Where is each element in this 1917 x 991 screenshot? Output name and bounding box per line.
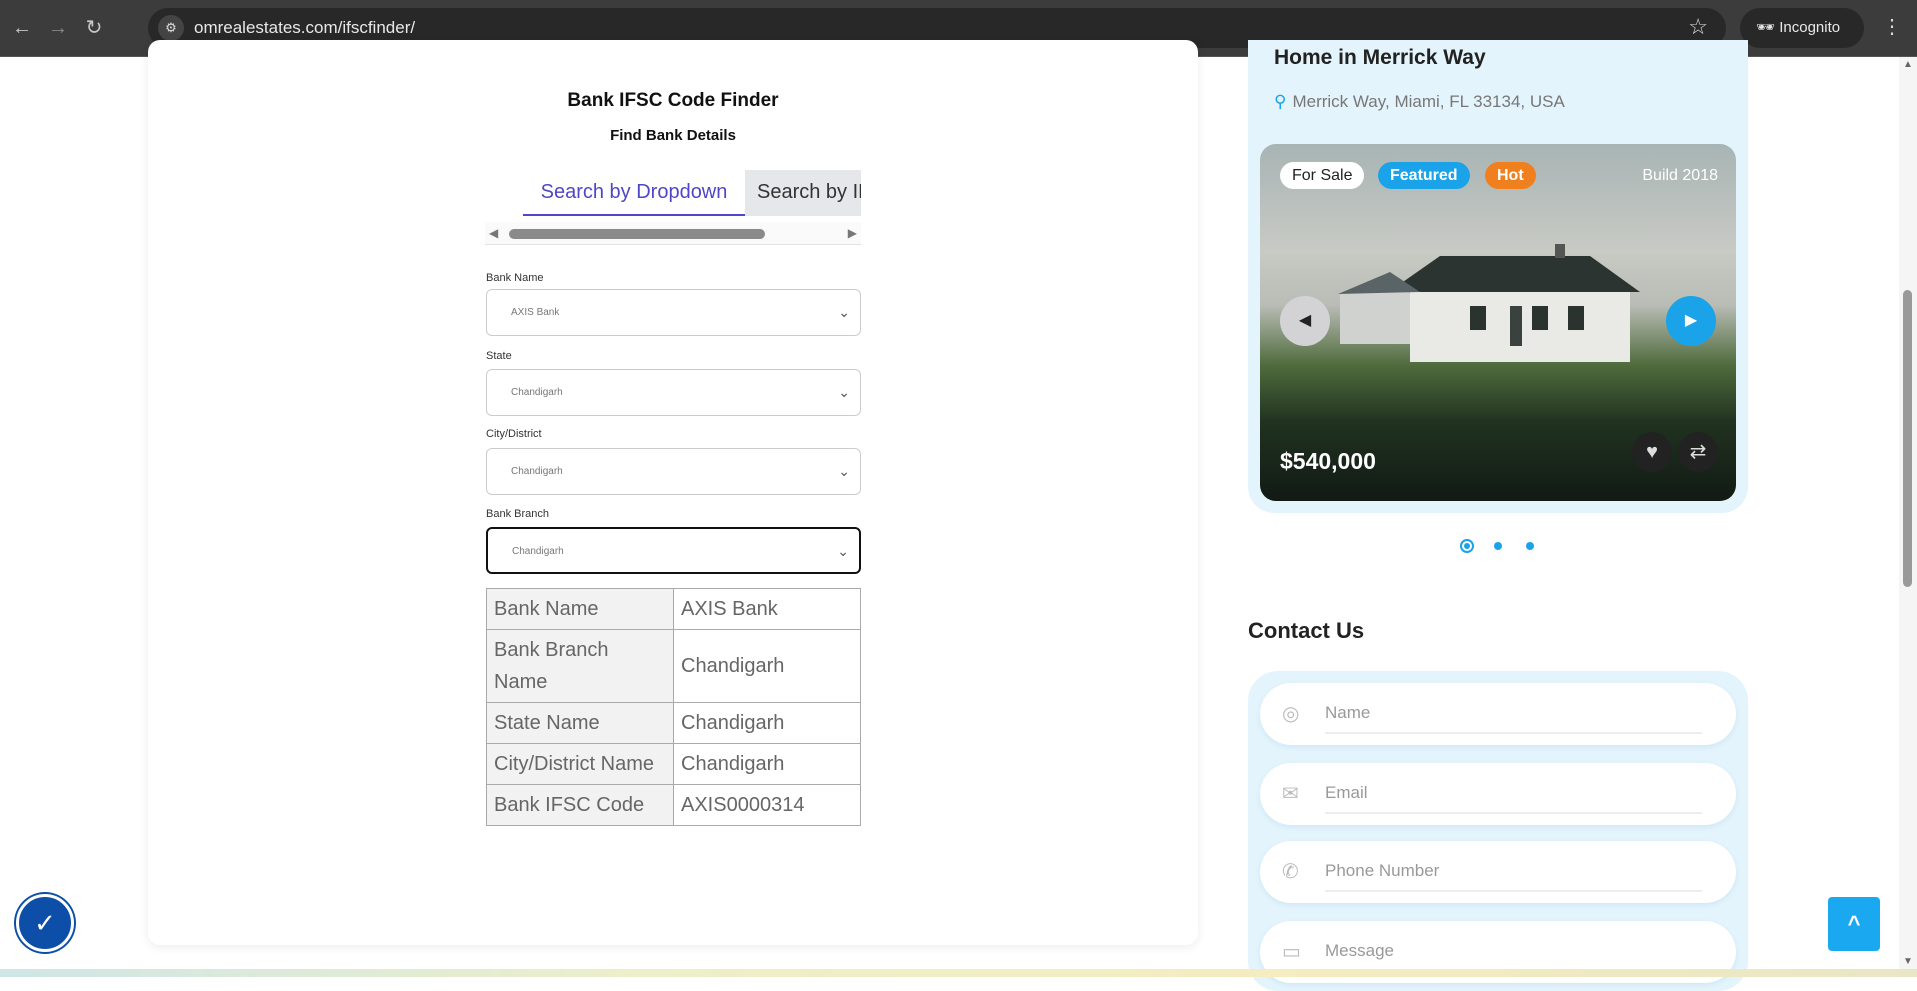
browser-menu-icon[interactable]: ⋮ bbox=[1882, 14, 1902, 39]
bank-details-table: Bank Name AXIS Bank Bank Branch Name Chand… bbox=[486, 588, 861, 826]
scroll-to-top-button[interactable]: ^ bbox=[1828, 897, 1880, 951]
carousel-dot-active[interactable] bbox=[1460, 539, 1474, 553]
chevron-down-icon: ⌄ bbox=[838, 384, 850, 400]
tab-search-by-dropdown[interactable]: Search by Dropdown bbox=[523, 170, 745, 216]
carousel-prev-button[interactable]: ◀ bbox=[1280, 296, 1330, 346]
tabs-scrollbar[interactable]: ◀ ▶ bbox=[485, 222, 861, 245]
state-value: Chandigarh bbox=[511, 387, 563, 398]
bank-name-select[interactable]: AXIS Bank ⌄ bbox=[486, 289, 861, 336]
row-key: State Name bbox=[486, 702, 674, 744]
page-title: Bank IFSC Code Finder bbox=[567, 90, 779, 111]
table-row: Bank IFSC Code AXIS0000314 bbox=[486, 784, 861, 826]
branch-select[interactable]: Chandigarh ⌄ bbox=[486, 527, 861, 574]
incognito-label: Incognito bbox=[1779, 19, 1841, 36]
dot-fill bbox=[1464, 543, 1470, 549]
phone-icon: ✆ bbox=[1282, 861, 1299, 883]
page-scrollbar[interactable]: ▲ ▼ bbox=[1899, 57, 1917, 969]
back-icon[interactable]: ← bbox=[8, 14, 36, 42]
carousel-dot[interactable] bbox=[1526, 542, 1534, 550]
row-value: Chandigarh bbox=[673, 629, 861, 703]
input-underline bbox=[1325, 812, 1702, 814]
city-select[interactable]: Chandigarh ⌄ bbox=[486, 448, 861, 495]
branch-label: Bank Branch bbox=[486, 508, 549, 520]
carousel-next-button[interactable]: ▶ bbox=[1666, 296, 1716, 346]
featured-badge: Featured bbox=[1378, 162, 1470, 189]
table-row: State Name Chandigarh bbox=[486, 702, 861, 744]
build-year: Build 2018 bbox=[1642, 167, 1718, 184]
url-text[interactable]: omrealestates.com/ifscfinder/ bbox=[194, 18, 415, 38]
incognito-icon: 🕶 bbox=[1756, 19, 1780, 36]
scroll-up-icon[interactable]: ▲ bbox=[1903, 59, 1913, 70]
listing-photo[interactable]: For Sale Featured Hot Build 2018 ◀ ▶ $54… bbox=[1260, 144, 1736, 501]
user-icon: ◎ bbox=[1282, 703, 1300, 725]
incognito-indicator[interactable]: 🕶 Incognito bbox=[1740, 8, 1864, 48]
email-input[interactable]: ✉ Email bbox=[1260, 763, 1736, 825]
message-placeholder: Message bbox=[1325, 941, 1394, 960]
listing-title[interactable]: Home in Merrick Way bbox=[1274, 46, 1486, 70]
input-underline bbox=[1325, 890, 1702, 892]
row-key: Bank Name bbox=[486, 588, 674, 630]
listing-address: ⚲ Merrick Way, Miami, FL 33134, USA bbox=[1274, 92, 1565, 112]
row-value: Chandigarh bbox=[673, 702, 861, 744]
for-sale-badge: For Sale bbox=[1280, 162, 1365, 189]
page-scrollbar-thumb[interactable] bbox=[1903, 290, 1912, 587]
contact-heading: Contact Us bbox=[1248, 618, 1365, 643]
bank-name-label: Bank Name bbox=[486, 272, 544, 284]
phone-input[interactable]: ✆ Phone Number bbox=[1260, 841, 1736, 903]
city-value: Chandigarh bbox=[511, 466, 563, 477]
heart-icon[interactable]: ♥ bbox=[1632, 432, 1672, 472]
carousel-dot[interactable] bbox=[1494, 542, 1502, 550]
phone-placeholder: Phone Number bbox=[1325, 861, 1440, 880]
chevron-down-icon: ⌄ bbox=[838, 463, 850, 479]
name-placeholder: Name bbox=[1325, 703, 1371, 722]
table-row: Bank Branch Name Chandigarh bbox=[486, 629, 861, 703]
scroll-left-icon[interactable]: ◀ bbox=[489, 226, 498, 240]
row-key: Bank Branch Name bbox=[486, 629, 674, 703]
tab-search-by-ifsc[interactable]: Search by IFSC bbox=[745, 170, 861, 216]
input-underline bbox=[1325, 732, 1702, 734]
table-row: Bank Name AXIS Bank bbox=[486, 588, 861, 630]
listing-price: $540,000 bbox=[1280, 448, 1376, 474]
envelope-icon: ✉ bbox=[1282, 783, 1299, 805]
message-icon: ▭ bbox=[1282, 941, 1301, 963]
page-subtitle: Find Bank Details bbox=[610, 127, 736, 144]
city-label: City/District bbox=[486, 428, 542, 440]
row-value: Chandigarh bbox=[673, 743, 861, 785]
map-pin-icon: ⚲ bbox=[1274, 92, 1287, 111]
compare-icon[interactable]: ⇄ bbox=[1678, 432, 1718, 472]
chevron-down-icon: ⌄ bbox=[837, 543, 849, 559]
email-placeholder: Email bbox=[1325, 783, 1368, 802]
row-key: Bank IFSC Code bbox=[486, 784, 674, 826]
chevron-down-icon: ⌄ bbox=[838, 304, 850, 320]
accessibility-icon[interactable]: ✓ bbox=[16, 894, 74, 952]
hot-badge: Hot bbox=[1485, 162, 1536, 189]
scrollbar-thumb[interactable] bbox=[509, 229, 765, 239]
branch-value: Chandigarh bbox=[512, 546, 564, 557]
table-row: City/District Name Chandigarh bbox=[486, 743, 861, 785]
bottom-banner-edge bbox=[0, 969, 1917, 977]
row-value: AXIS0000314 bbox=[673, 784, 861, 826]
bank-name-value: AXIS Bank bbox=[511, 307, 560, 318]
bookmark-star-icon[interactable]: ☆ bbox=[1688, 14, 1708, 40]
state-label: State bbox=[486, 350, 512, 362]
address-text: Merrick Way, Miami, FL 33134, USA bbox=[1292, 92, 1565, 111]
scroll-right-icon[interactable]: ▶ bbox=[848, 226, 857, 240]
site-info-icon[interactable]: ⚙ bbox=[158, 15, 184, 41]
reload-icon[interactable]: ↻ bbox=[80, 14, 108, 42]
search-tabs: Search by Dropdown Search by IFSC bbox=[485, 170, 861, 216]
name-input[interactable]: ◎ Name bbox=[1260, 683, 1736, 745]
row-key: City/District Name bbox=[486, 743, 674, 785]
row-value: AXIS Bank bbox=[673, 588, 861, 630]
scroll-down-icon[interactable]: ▼ bbox=[1903, 956, 1913, 967]
forward-icon[interactable]: → bbox=[44, 14, 72, 42]
state-select[interactable]: Chandigarh ⌄ bbox=[486, 369, 861, 416]
